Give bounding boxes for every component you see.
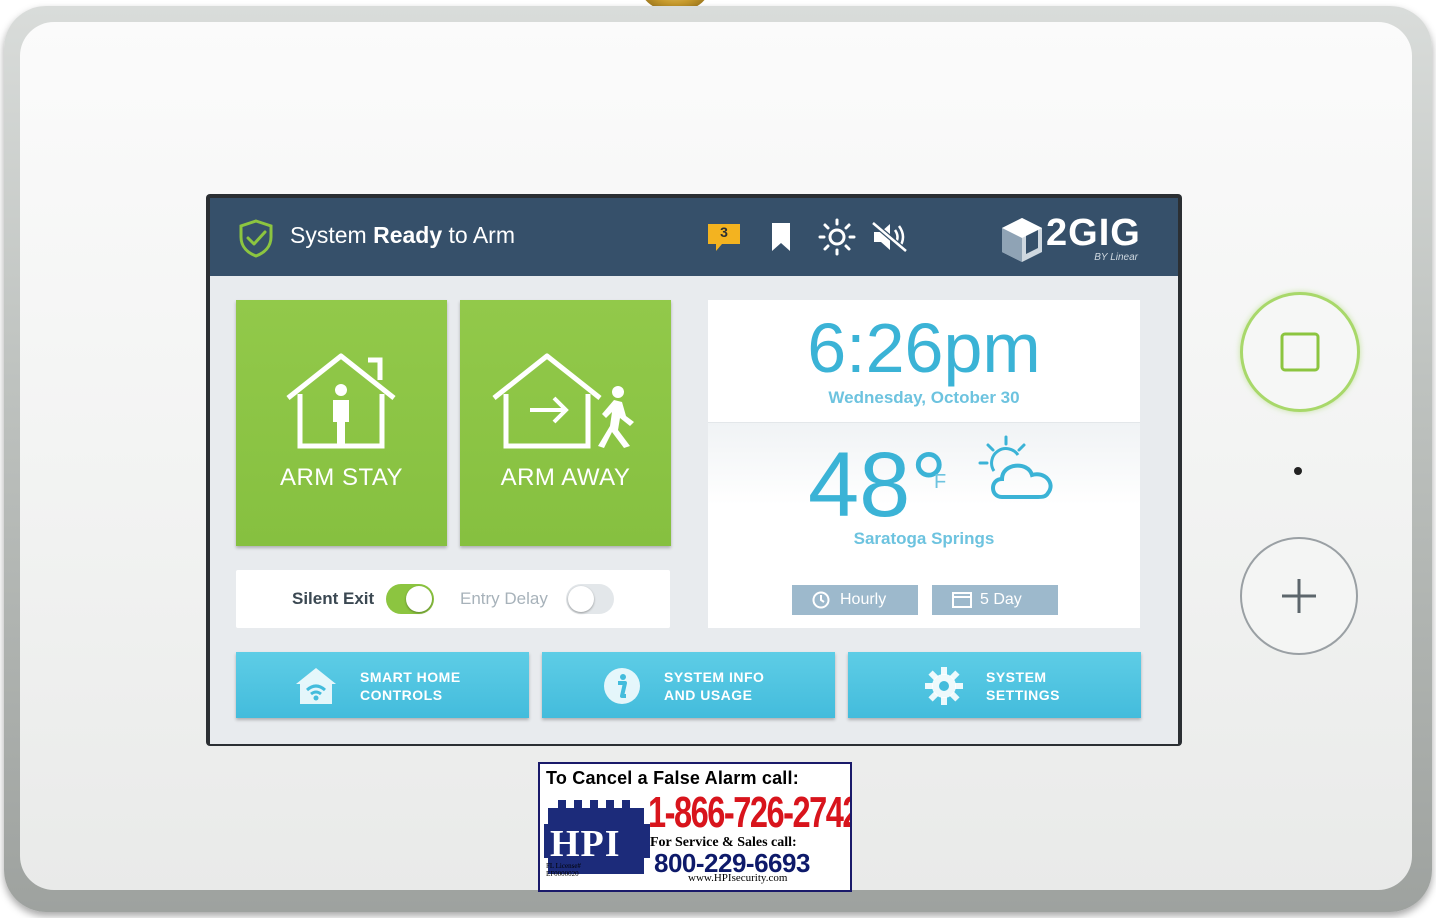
- label-line-1: SMART HOME: [360, 669, 461, 685]
- license-line-2: EF0000020: [546, 870, 579, 878]
- arm-away-button[interactable]: ARM AWAY: [460, 300, 671, 546]
- temperature-unit: F: [934, 471, 947, 493]
- false-alarm-sticker: HPI To Cancel a False Alarm call: 1-866-…: [538, 762, 852, 892]
- message-count: 3: [720, 224, 728, 240]
- smart-home-controls-label: SMART HOME CONTROLS: [360, 668, 461, 704]
- status-state: Ready: [373, 222, 443, 248]
- mute-icon[interactable]: [870, 220, 910, 254]
- toggle-knob: [406, 586, 432, 612]
- brand-cube-icon: [1002, 218, 1042, 262]
- system-settings-button[interactable]: SYSTEM SETTINGS: [848, 652, 1141, 718]
- brand-name: 2GIG: [1046, 212, 1141, 254]
- label-line-1: SYSTEM: [986, 669, 1047, 685]
- sticker-website: www.HPIsecurity.com: [688, 872, 788, 884]
- home-hardware-button[interactable]: [1240, 292, 1360, 412]
- silent-exit-toggle[interactable]: [386, 584, 434, 614]
- alarm-phone: 1-866-726-2742: [648, 788, 852, 837]
- info-icon: [604, 668, 640, 704]
- system-info-label: SYSTEM INFO AND USAGE: [664, 668, 764, 704]
- partly-cloudy-icon: [978, 435, 1053, 499]
- clock-weather-panel: 6:26pm Wednesday, October 30 48° F Sarat…: [708, 300, 1140, 628]
- clock-area: 6:26pm Wednesday, October 30: [708, 300, 1140, 423]
- weather-area: 48° F Saratoga Springs Hourly 5 Day: [708, 423, 1140, 628]
- bookmark-icon[interactable]: [770, 222, 792, 252]
- entry-delay-label: Entry Delay: [460, 589, 548, 608]
- plus-hardware-button[interactable]: [1240, 537, 1358, 655]
- smart-home-icon: [296, 668, 336, 704]
- clock-icon: [812, 591, 830, 609]
- label-line-2: AND USAGE: [664, 687, 753, 703]
- house-person-icon: [286, 353, 396, 449]
- hourly-label: Hourly: [840, 591, 887, 608]
- license-line-1: FL License#: [546, 862, 581, 870]
- messages-button[interactable]: 3: [706, 222, 742, 251]
- plus-icon: [1282, 579, 1316, 613]
- sticker-title: To Cancel a False Alarm call:: [546, 768, 799, 788]
- label-line-2: SETTINGS: [986, 687, 1061, 703]
- status-prefix: System: [290, 222, 367, 248]
- shield-check-icon: [239, 219, 273, 258]
- weather-location: Saratoga Springs: [853, 529, 995, 548]
- arm-stay-label: ARM STAY: [279, 464, 404, 491]
- five-day-button[interactable]: 5 Day: [932, 585, 1058, 615]
- clock-date: Wednesday, October 30: [828, 388, 1020, 407]
- system-info-button[interactable]: SYSTEM INFO AND USAGE: [542, 652, 835, 718]
- brand-subtitle: BY Linear: [1094, 252, 1138, 263]
- hourly-button[interactable]: Hourly: [792, 585, 918, 615]
- status-bar: System Ready to Arm 3 2GIG BY Linear: [210, 198, 1178, 276]
- touch-screen: System Ready to Arm 3 2GIG BY Linear ARM…: [210, 198, 1178, 744]
- system-settings-label: SYSTEM SETTINGS: [986, 668, 1060, 704]
- system-status: System Ready to Arm: [290, 222, 515, 249]
- entry-delay-toggle[interactable]: [566, 584, 614, 614]
- sticker-brand: HPI: [550, 823, 621, 865]
- smart-home-controls-button[interactable]: SMART HOME CONTROLS: [236, 652, 529, 718]
- calendar-icon: [952, 592, 972, 608]
- arm-away-label: ARM AWAY: [500, 464, 631, 491]
- label-line-2: CONTROLS: [360, 687, 443, 703]
- status-suffix: to Arm: [448, 222, 515, 248]
- home-square-icon: [1280, 332, 1320, 372]
- label-line-1: SYSTEM INFO: [664, 669, 765, 685]
- sticker-license: FL License# EF0000020: [546, 862, 581, 878]
- gear-icon: [925, 667, 963, 705]
- arm-stay-button[interactable]: ARM STAY: [236, 300, 447, 546]
- silent-exit-label: Silent Exit: [292, 589, 375, 608]
- five-day-label: 5 Day: [980, 591, 1022, 608]
- status-led: [1294, 467, 1302, 475]
- exit-options-panel: Silent Exit Entry Delay: [236, 570, 670, 628]
- house-exit-icon: [492, 353, 634, 449]
- temperature: 48°: [808, 434, 948, 536]
- brightness-icon[interactable]: [818, 218, 856, 256]
- clock-time: 6:26pm: [807, 309, 1041, 387]
- toggle-knob: [568, 586, 594, 612]
